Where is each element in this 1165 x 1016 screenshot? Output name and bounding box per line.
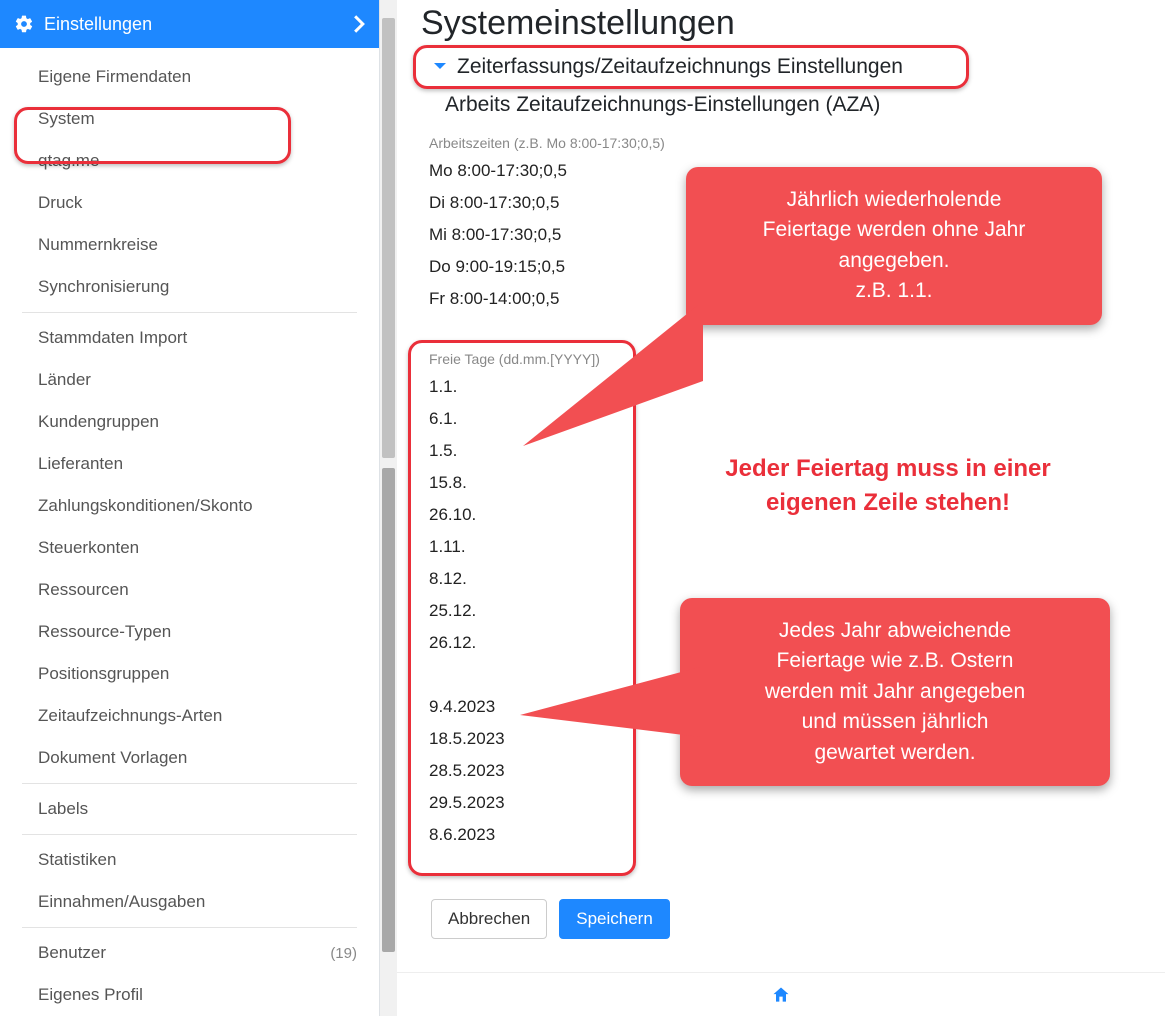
sidebar-item-label: Zahlungskonditionen/Skonto [38, 496, 253, 516]
sub-heading-aza: Arbeits Zeitaufzeichnungs-Einstellungen … [421, 87, 1165, 123]
sidebar-item-label: System [38, 109, 95, 129]
accordion-title: Zeiterfassungs/Zeitaufzeichnungs Einstel… [457, 55, 903, 79]
accordion-header-time-tracking[interactable]: Zeiterfassungs/Zeitaufzeichnungs Einstel… [421, 47, 1165, 87]
sidebar-item-label: Positionsgruppen [38, 664, 169, 684]
sidebar-item-benutzer[interactable]: Benutzer (19) [0, 932, 379, 974]
sidebar-item-label: Statistiken [38, 850, 116, 870]
sidebar-item-eigenes-profil[interactable]: Eigenes Profil [0, 974, 379, 1016]
sidebar-item-eigene-firmendaten[interactable]: Eigene Firmendaten [0, 56, 379, 98]
free-days-label: Freie Tage (dd.mm.[YYYY]) [425, 339, 1165, 371]
sidebar-item-l-nder[interactable]: Länder [0, 359, 379, 401]
sidebar-item-label: qtag.me [38, 151, 99, 171]
sidebar-item-druck[interactable]: Druck [0, 182, 379, 224]
scrollbar[interactable] [380, 0, 397, 1016]
sidebar-item-ressourcen[interactable]: Ressourcen [0, 569, 379, 611]
sidebar-item-label: Eigene Firmendaten [38, 67, 191, 87]
sidebar-item-label: Nummernkreise [38, 235, 158, 255]
sidebar-item-stammdaten-import[interactable]: Stammdaten Import [0, 317, 379, 359]
free-day-line: 8.6.2023 [429, 819, 1165, 851]
sidebar: Einstellungen Eigene Firmendaten System qt… [0, 0, 380, 1016]
sidebar-item-nummernkreise[interactable]: Nummernkreise [0, 224, 379, 266]
sidebar-header[interactable]: Einstellungen [0, 0, 379, 48]
sidebar-item-label: Labels [38, 799, 88, 819]
free-day-line: 6.1. [429, 403, 1165, 435]
sidebar-item-label: Steuerkonten [38, 538, 139, 558]
sidebar-item-qtag-me[interactable]: qtag.me [0, 140, 379, 182]
sidebar-item-zahlungskonditionen-skonto[interactable]: Zahlungskonditionen/Skonto [0, 485, 379, 527]
free-day-line: 29.5.2023 [429, 787, 1165, 819]
sidebar-item-label: Stammdaten Import [38, 328, 187, 348]
annotation-callout-variable-year: Jedes Jahr abweichende Feiertage wie z.B… [680, 598, 1110, 786]
sidebar-item-ressource-typen[interactable]: Ressource-Typen [0, 611, 379, 653]
chevron-down-icon [433, 62, 447, 72]
sidebar-item-system[interactable]: System [0, 98, 379, 140]
sidebar-item-labels[interactable]: Labels [0, 788, 379, 830]
sidebar-item-zeitaufzeichnungs-arten[interactable]: Zeitaufzeichnungs-Arten [0, 695, 379, 737]
sidebar-item-statistiken[interactable]: Statistiken [0, 839, 379, 881]
gear-icon [14, 14, 34, 34]
save-button[interactable]: Speichern [559, 899, 670, 939]
sidebar-list[interactable]: Eigene Firmendaten System qtag.me Druck Numm… [0, 48, 379, 1016]
sidebar-item-dokument-vorlagen[interactable]: Dokument Vorlagen [0, 737, 379, 779]
sidebar-item-label: Eigenes Profil [38, 985, 143, 1005]
sidebar-item-label: Druck [38, 193, 82, 213]
free-day-line: 1.11. [429, 531, 1165, 563]
sidebar-item-label: Ressource-Typen [38, 622, 171, 642]
sidebar-item-label: Länder [38, 370, 91, 390]
sidebar-item-einnahmen-ausgaben[interactable]: Einnahmen/Ausgaben [0, 881, 379, 923]
sidebar-item-steuerkonten[interactable]: Steuerkonten [0, 527, 379, 569]
sidebar-item-label: Kundengruppen [38, 412, 159, 432]
free-day-line: 1.1. [429, 371, 1165, 403]
home-icon[interactable] [771, 985, 791, 1005]
sidebar-title: Einstellungen [44, 14, 152, 35]
cancel-button[interactable]: Abbrechen [431, 899, 547, 939]
page-title: Systemeinstellungen [421, 4, 1165, 43]
free-day-line: 8.12. [429, 563, 1165, 595]
working-times-label: Arbeitszeiten (z.B. Mo 8:00-17:30;0,5) [425, 123, 1165, 155]
sidebar-item-kundengruppen[interactable]: Kundengruppen [0, 401, 379, 443]
sidebar-item-label: Benutzer [38, 943, 106, 963]
sidebar-item-positionsgruppen[interactable]: Positionsgruppen [0, 653, 379, 695]
sidebar-item-label: Dokument Vorlagen [38, 748, 187, 768]
sidebar-item-label: Zeitaufzeichnungs-Arten [38, 706, 222, 726]
sidebar-item-lieferanten[interactable]: Lieferanten [0, 443, 379, 485]
annotation-callout-yearly: Jährlich wiederholende Feiertage werden … [686, 167, 1102, 325]
sidebar-item-label: Einnahmen/Ausgaben [38, 892, 205, 912]
footer-bar [397, 972, 1165, 1016]
sidebar-item-label: Synchronisierung [38, 277, 169, 297]
sidebar-item-badge: (19) [330, 945, 357, 962]
annotation-note-one-per-line: Jeder Feiertag muss in einer eigenen Zei… [668, 452, 1108, 519]
sidebar-item-label: Lieferanten [38, 454, 123, 474]
chevron-right-icon [353, 15, 365, 33]
sidebar-item-label: Ressourcen [38, 580, 129, 600]
sidebar-item-synchronisierung[interactable]: Synchronisierung [0, 266, 379, 308]
